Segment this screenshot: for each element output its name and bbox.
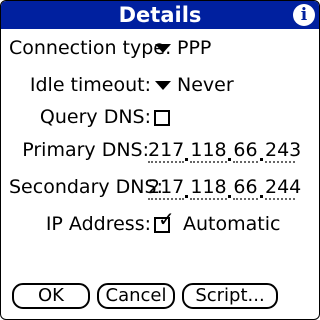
secondary-dns-octet-4[interactable]: 244 bbox=[265, 174, 301, 200]
ok-button[interactable]: OK bbox=[12, 283, 90, 309]
script-button[interactable]: Script... bbox=[182, 283, 278, 309]
ip-address-checkbox[interactable]: ✓ bbox=[154, 209, 175, 233]
idle-timeout-value[interactable]: Never bbox=[177, 72, 234, 98]
secondary-dns-label: Secondary DNS: bbox=[9, 176, 163, 198]
connection-type-value[interactable]: PPP bbox=[177, 35, 211, 61]
ip-dot bbox=[228, 195, 231, 198]
secondary-dns-row: Secondary DNS: 217 118 66 244 bbox=[1, 174, 319, 200]
ip-dot bbox=[260, 195, 263, 198]
triangle-down-icon[interactable] bbox=[155, 81, 171, 90]
primary-dns-octet-3[interactable]: 66 bbox=[233, 137, 258, 163]
checkmark-icon: ✓ bbox=[158, 207, 175, 231]
idle-timeout-row: Idle timeout: Never bbox=[1, 72, 319, 98]
secondary-dns-octet-3[interactable]: 66 bbox=[233, 174, 258, 200]
query-dns-row: Query DNS: bbox=[1, 104, 319, 130]
connection-type-label: Connection type: bbox=[9, 37, 172, 59]
ip-dot bbox=[260, 158, 263, 161]
query-dns-checkbox[interactable] bbox=[154, 110, 170, 126]
primary-dns-octet-1[interactable]: 217 bbox=[148, 137, 184, 163]
ip-dot bbox=[185, 158, 188, 161]
triangle-down-icon[interactable] bbox=[155, 44, 171, 53]
ip-dot bbox=[228, 158, 231, 161]
secondary-dns-octet-2[interactable]: 118 bbox=[190, 174, 227, 200]
idle-timeout-label: Idle timeout: bbox=[29, 74, 151, 96]
info-icon[interactable]: i bbox=[293, 4, 315, 26]
primary-dns-octet-2[interactable]: 118 bbox=[190, 137, 227, 163]
connection-type-row: Connection type: PPP bbox=[1, 35, 319, 61]
details-dialog: Details i Connection type: PPP Idle time… bbox=[0, 0, 320, 320]
primary-dns-row: Primary DNS: 217 118 66 243 bbox=[1, 137, 319, 163]
cancel-button[interactable]: Cancel bbox=[97, 283, 175, 309]
primary-dns-octet-4[interactable]: 243 bbox=[265, 137, 301, 163]
dialog-title: Details bbox=[118, 3, 202, 27]
query-dns-label: Query DNS: bbox=[39, 106, 151, 128]
ip-address-label: IP Address: bbox=[45, 213, 151, 235]
secondary-dns-octet-1[interactable]: 217 bbox=[148, 174, 184, 200]
ip-dot bbox=[185, 195, 188, 198]
ip-address-row: IP Address: ✓ Automatic bbox=[1, 209, 319, 237]
primary-dns-label: Primary DNS: bbox=[22, 139, 149, 161]
ip-address-value: Automatic bbox=[183, 213, 281, 235]
title-bar: Details i bbox=[1, 1, 319, 29]
